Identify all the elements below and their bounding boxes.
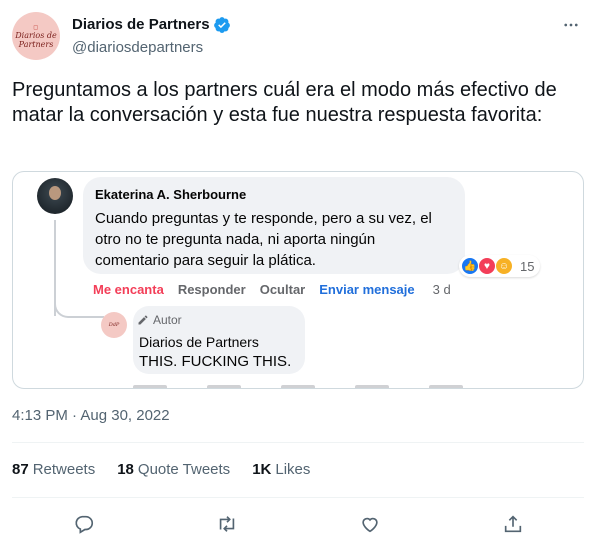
reply-author-tag: Autor bbox=[137, 313, 182, 327]
retweets-label: Retweets bbox=[32, 461, 96, 478]
retweet-icon[interactable] bbox=[209, 506, 245, 542]
tweet-stats: 87 Retweets 18 Quote Tweets 1K Likes bbox=[12, 460, 310, 480]
quote-tweets-label: Quote Tweets bbox=[137, 461, 231, 478]
comment-time: 3 d bbox=[432, 282, 451, 297]
tweet-actions-bar bbox=[12, 506, 584, 542]
author-avatar[interactable]: ◻ Diarios de Partners bbox=[12, 12, 60, 60]
quote-tweets-stat[interactable]: 18 Quote Tweets bbox=[117, 460, 230, 480]
share-icon[interactable] bbox=[495, 506, 531, 542]
comment-send-message-action: Enviar mensaje bbox=[319, 282, 415, 297]
divider bbox=[12, 442, 584, 443]
tweet-header: ◻ Diarios de Partners Diarios de Partner… bbox=[12, 12, 584, 62]
divider bbox=[12, 497, 584, 498]
author-names: Diarios de Partners @diariosdepartners bbox=[72, 15, 231, 58]
like-icon[interactable] bbox=[352, 506, 388, 542]
reply-icon[interactable] bbox=[66, 506, 102, 542]
verified-icon bbox=[213, 17, 230, 33]
reactions-summary: 👍 ♥ ☺ 15 bbox=[459, 255, 541, 277]
pencil-icon bbox=[138, 315, 148, 325]
likes-count: 1K bbox=[252, 461, 272, 478]
comment-actions: Me encanta Responder Ocultar Enviar mens… bbox=[93, 282, 451, 297]
comment-text: Cuando preguntas y te responde, pero a s… bbox=[95, 210, 432, 269]
avatar-logo-mark: ◻ bbox=[33, 23, 39, 31]
tweet-timestamp[interactable]: 4:13 PM · Aug 30, 2022 bbox=[12, 406, 170, 426]
comment-hide-action: Ocultar bbox=[259, 282, 306, 297]
cropped-actions-row bbox=[133, 385, 553, 388]
more-icon[interactable] bbox=[560, 14, 582, 36]
reply-text: THIS. FUCKING THIS. bbox=[139, 353, 292, 370]
reply-author-tag-label: Autor bbox=[153, 313, 182, 327]
care-reaction-icon: ☺ bbox=[495, 257, 513, 275]
like-reaction-icon: 👍 bbox=[461, 257, 479, 275]
tweet-text: Preguntamos a los partners cuál era el m… bbox=[12, 79, 557, 126]
comment-author: Ekaterina A. Sherbourne bbox=[95, 187, 247, 202]
likes-label: Likes bbox=[275, 461, 311, 478]
comment-bubble: Ekaterina A. Sherbourne Cuando preguntas… bbox=[83, 177, 465, 274]
retweets-count: 87 bbox=[12, 461, 29, 478]
tweet-media-image[interactable]: Ekaterina A. Sherbourne Cuando preguntas… bbox=[12, 171, 584, 389]
reply-author: Diarios de Partners bbox=[139, 334, 259, 350]
author-display-name-text[interactable]: Diarios de Partners bbox=[72, 15, 210, 35]
reaction-count: 15 bbox=[520, 258, 535, 274]
quote-tweets-count: 18 bbox=[117, 461, 134, 478]
comment-reply-action: Responder bbox=[177, 282, 246, 297]
commenter-avatar bbox=[37, 178, 73, 214]
comment-love-action: Me encanta bbox=[93, 282, 164, 297]
likes-stat[interactable]: 1K Likes bbox=[252, 460, 310, 480]
retweets-stat[interactable]: 87 Retweets bbox=[12, 460, 95, 480]
reply-avatar: DdP bbox=[101, 312, 127, 338]
author-handle[interactable]: @diariosdepartners bbox=[72, 38, 231, 58]
avatar-logo-text: Diarios de Partners bbox=[15, 30, 57, 49]
author-display-name[interactable]: Diarios de Partners bbox=[72, 15, 231, 35]
love-reaction-icon: ♥ bbox=[478, 257, 496, 275]
